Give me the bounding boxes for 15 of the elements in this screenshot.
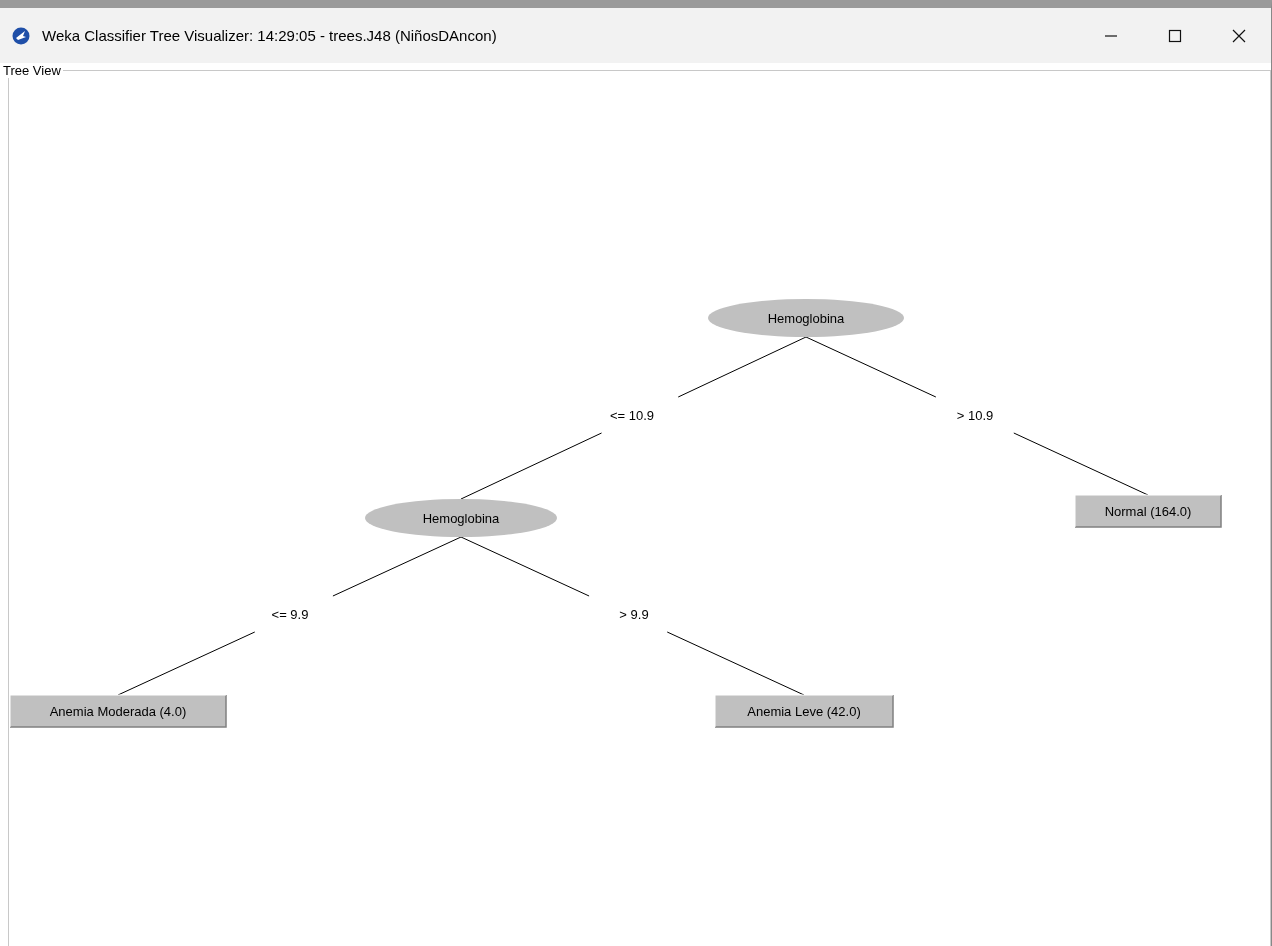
window-title: Weka Classifier Tree Visualizer: 14:29:05 - trees.J48 (NiñosDAncon) <box>42 27 497 44</box>
node-label: Anemia Leve (42.0) <box>747 704 861 719</box>
node-label: Anemia Moderada (4.0) <box>49 704 187 719</box>
node-label: Hemoglobina <box>422 511 500 526</box>
panel-title: Tree View <box>2 63 62 78</box>
maximize-icon <box>1168 28 1182 43</box>
branch-condition: <= 10.9 <box>609 408 655 423</box>
app-icon <box>12 26 30 45</box>
node-label: Hemoglobina <box>767 311 845 326</box>
branch-condition: > 10.9 <box>956 408 994 423</box>
node-label: Normal (164.0) <box>1104 504 1192 519</box>
minimize-icon <box>1105 34 1117 37</box>
branch-condition: > 9.9 <box>619 607 649 622</box>
close-icon <box>1232 28 1246 43</box>
branch-condition: <= 9.9 <box>271 607 309 622</box>
